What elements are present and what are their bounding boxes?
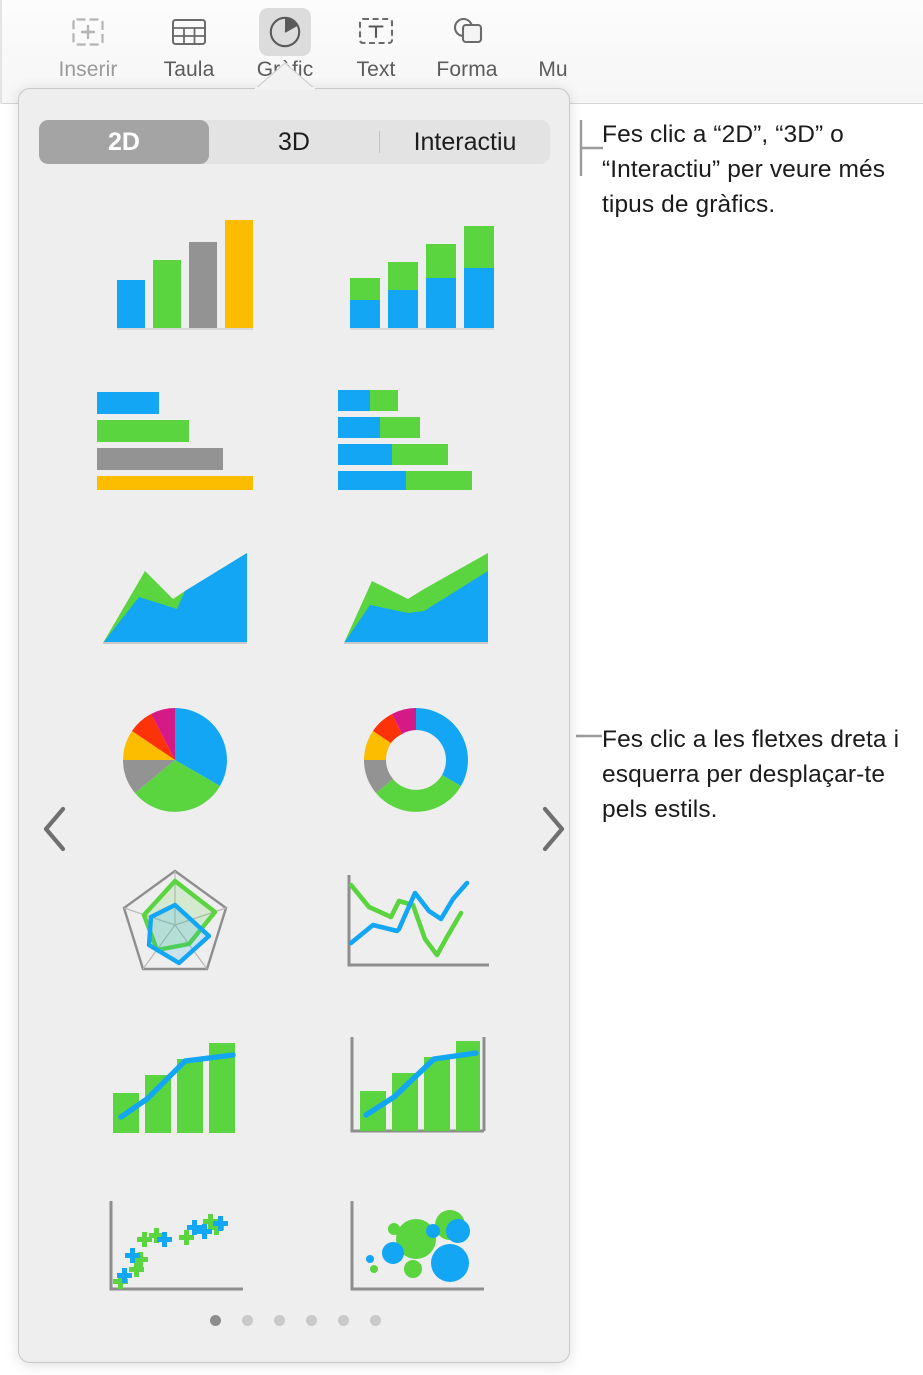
chart-thumb-scatter[interactable]: [54, 1167, 295, 1330]
chart-grid-row: [19, 1167, 569, 1330]
chart-pie-icon: [269, 16, 301, 48]
callout-tabs-leader: [579, 120, 603, 176]
chart-thumb-radar[interactable]: [54, 841, 295, 1004]
chart-thumb-stacked-bar[interactable]: [295, 352, 536, 515]
toolbar-item-text[interactable]: Text: [328, 8, 424, 82]
toolbar-item-insert-label: Inserir: [58, 58, 118, 81]
toolbar-item-media[interactable]: Mu: [505, 8, 601, 82]
window-left-edge: [0, 0, 2, 104]
chart-grid-row: [19, 678, 569, 841]
next-page-arrow[interactable]: [532, 801, 569, 857]
chart-pie-icon-box: [259, 8, 311, 56]
pagination-dot-6[interactable]: [369, 1315, 381, 1326]
chart-dimension-segmented-control[interactable]: 2D 3D Interactiu: [39, 120, 550, 164]
pagination-dot-4[interactable]: [305, 1315, 317, 1326]
previous-page-arrow[interactable]: [37, 801, 77, 857]
chevron-left-icon: [43, 806, 66, 852]
chart-style-popover: 2D 3D Interactiu: [18, 88, 570, 1363]
shape-icon: [453, 17, 483, 44]
chart-thumb-line[interactable]: [295, 841, 536, 1004]
chart-thumb-column[interactable]: [54, 189, 295, 352]
callout-arrows: Fes clic a les fletxes dreta i esquerra …: [602, 726, 900, 823]
callout-tabs: Fes clic a “2D”, “3D” o “Interactiu” per…: [602, 121, 886, 218]
chart-style-grid: [19, 189, 569, 1330]
chart-grid-row: [19, 352, 569, 515]
toolbar-item-insert[interactable]: Inserir: [40, 8, 136, 82]
chart-thumb-area[interactable]: [54, 515, 295, 678]
chart-thumb-pie[interactable]: [54, 678, 295, 841]
table-icon: [172, 19, 206, 45]
toolbar-item-table[interactable]: Taula: [141, 8, 237, 82]
chart-thumb-bar[interactable]: [54, 352, 295, 515]
chart-thumb-bubble[interactable]: [295, 1167, 536, 1330]
popover-pointer: [255, 62, 315, 90]
toolbar-item-text-label: Text: [356, 58, 396, 81]
tab-2d[interactable]: 2D: [39, 120, 209, 164]
callout-arrows-leader: [576, 734, 602, 738]
chart-grid-row: [19, 841, 569, 1004]
pagination-dots[interactable]: [19, 1315, 569, 1326]
chart-thumb-stacked-area[interactable]: [295, 515, 536, 678]
tab-interactive[interactable]: Interactiu: [380, 120, 550, 164]
pagination-dot-5[interactable]: [337, 1315, 349, 1326]
media-icon-box: [527, 8, 579, 56]
chart-thumb-donut[interactable]: [295, 678, 536, 841]
chart-grid-row: [19, 189, 569, 352]
insert-media-icon-box: [62, 8, 114, 56]
toolbar-item-shape[interactable]: Forma: [419, 8, 515, 82]
text-box-icon: [358, 17, 394, 45]
chart-thumb-stacked-column[interactable]: [295, 189, 536, 352]
chart-thumb-two-axis[interactable]: [295, 1004, 536, 1167]
toolbar-item-media-label: Mu: [538, 58, 568, 81]
pagination-dot-2[interactable]: [241, 1315, 253, 1326]
tab-3d[interactable]: 3D: [209, 120, 379, 164]
chevron-right-icon: [542, 806, 565, 852]
pagination-dot-1[interactable]: [209, 1315, 221, 1326]
pagination-dot-3[interactable]: [273, 1315, 285, 1326]
chart-thumb-column-and-line[interactable]: [54, 1004, 295, 1167]
chart-grid-row: [19, 515, 569, 678]
table-icon-box: [163, 8, 215, 56]
insert-media-icon: [72, 18, 104, 46]
chart-grid-row: [19, 1004, 569, 1167]
toolbar-item-shape-label: Forma: [436, 58, 498, 81]
toolbar-item-table-label: Taula: [163, 58, 215, 81]
